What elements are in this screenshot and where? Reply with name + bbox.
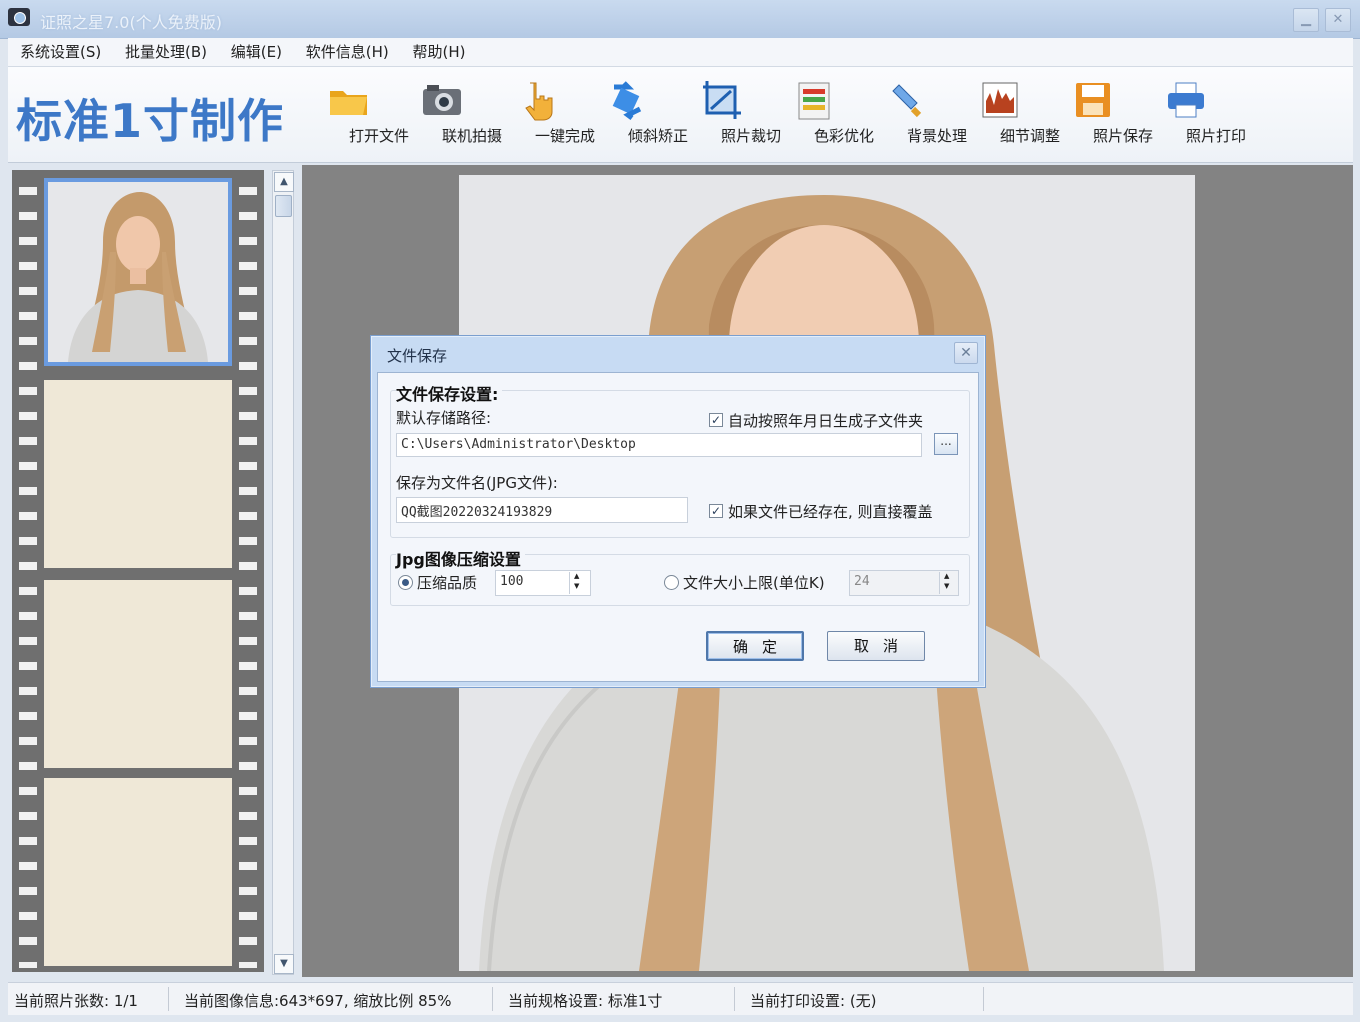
thumbnail-film-strip — [12, 170, 264, 972]
quality-radio[interactable] — [398, 575, 413, 590]
ok-button[interactable]: 确定 — [706, 631, 804, 661]
status-bar: 当前照片张数: 1/1 当前图像信息:643*697, 缩放比例 85% 当前规… — [8, 982, 1353, 1015]
color-optimize-button[interactable]: 色彩优化 — [771, 79, 874, 145]
open-folder-icon — [327, 79, 371, 121]
detail-adjust-button[interactable]: 细节调整 — [957, 79, 1060, 145]
menu-help[interactable]: 帮助(H) — [406, 38, 473, 66]
auto-subfolder-checkbox[interactable]: ✓ — [709, 413, 723, 427]
overwrite-label: 如果文件已经存在, 则直接覆盖 — [728, 503, 933, 521]
scroll-thumb[interactable] — [275, 195, 292, 217]
tilt-correct-button[interactable]: 倾斜矫正 — [585, 79, 688, 145]
menu-software-info[interactable]: 软件信息(H) — [299, 38, 396, 66]
auto-subfolder-label: 自动按照年月日生成子文件夹 — [728, 412, 924, 430]
printer-icon — [1164, 79, 1208, 121]
size-limit-label: 文件大小上限(单位K) — [683, 574, 825, 592]
open-file-button[interactable]: 打开文件 — [306, 79, 409, 145]
menu-batch[interactable]: 批量处理(B) — [118, 38, 214, 66]
thumbnail-scrollbar[interactable]: ▲ ▼ — [272, 170, 294, 975]
default-path-label: 默认存储路径: — [396, 409, 492, 427]
browse-path-button[interactable]: ... — [934, 433, 958, 455]
status-divider — [168, 987, 169, 1011]
film-sprocket-left — [19, 178, 37, 968]
mode-title: 标准1寸制作 — [16, 94, 285, 148]
quality-stepper[interactable] — [569, 572, 588, 594]
crop-icon — [699, 79, 743, 121]
close-icon: ✕ — [960, 345, 972, 361]
status-divider — [492, 987, 493, 1011]
quality-label: 压缩品质 — [417, 574, 478, 592]
size-limit-radio[interactable] — [664, 575, 679, 590]
close-window-button[interactable]: ✕ — [1325, 8, 1351, 32]
menu-bar: 系统设置(S) 批量处理(B) 编辑(E) 软件信息(H) 帮助(H) — [8, 38, 1353, 67]
thumbnail-empty-slot[interactable] — [44, 778, 232, 966]
toolbar: 标准1寸制作 打开文件 联机拍摄 一键完成 倾斜矫正 照片裁切 色彩优化 背景处… — [8, 67, 1353, 163]
app-camera-icon — [8, 8, 30, 26]
print-photo-button[interactable]: 照片打印 — [1143, 79, 1246, 145]
thumbnail-empty-slot[interactable] — [44, 580, 232, 768]
dialog-close-button[interactable]: ✕ — [954, 342, 978, 364]
crop-button[interactable]: 照片裁切 — [678, 79, 781, 145]
thumbnail-empty-slot[interactable] — [44, 380, 232, 568]
minimize-button[interactable]: ▁ — [1293, 8, 1319, 32]
camera-capture-button[interactable]: 联机拍摄 — [399, 79, 502, 145]
scroll-up-icon[interactable]: ▲ — [274, 172, 294, 192]
status-photo-count: 当前照片张数: 1/1 — [14, 992, 138, 1010]
status-divider — [734, 987, 735, 1011]
window-title: 证照之星7.0(个人免费版) — [40, 13, 222, 32]
status-print: 当前打印设置: (无) — [750, 992, 877, 1010]
save-photo-button[interactable]: 照片保存 — [1050, 79, 1153, 145]
scroll-down-icon[interactable]: ▼ — [274, 954, 294, 974]
status-spec: 当前规格设置: 标准1寸 — [508, 992, 663, 1010]
status-image-info: 当前图像信息:643*697, 缩放比例 85% — [184, 992, 452, 1010]
file-save-dialog: 文件保存 ✕ 文件保存设置: 默认存储路径: ✓ 自动按照年月日生成子文件夹 C… — [370, 335, 986, 688]
film-sprocket-right — [239, 178, 257, 968]
camera-icon — [420, 79, 464, 121]
dialog-body: 文件保存设置: 默认存储路径: ✓ 自动按照年月日生成子文件夹 C:\Users… — [377, 372, 979, 682]
rotate-icon — [606, 79, 650, 121]
hand-pointer-icon — [513, 79, 557, 121]
menu-edit[interactable]: 编辑(E) — [224, 38, 289, 66]
cancel-button[interactable]: 取消 — [827, 631, 925, 661]
background-button[interactable]: 背景处理 — [864, 79, 967, 145]
overwrite-checkbox[interactable]: ✓ — [709, 504, 723, 518]
file-settings-group-title: 文件保存设置: — [396, 381, 503, 405]
title-bar: 证照之星7.0(个人免费版) ▁ ✕ — [0, 0, 1360, 39]
menu-system-settings[interactable]: 系统设置(S) — [13, 38, 108, 66]
status-divider — [983, 987, 984, 1011]
one-click-button[interactable]: 一键完成 — [492, 79, 595, 145]
save-icon — [1071, 79, 1115, 121]
histogram-icon — [978, 79, 1022, 121]
dialog-title: 文件保存 — [387, 347, 448, 365]
brush-icon — [885, 79, 929, 121]
color-palette-icon — [792, 79, 836, 121]
size-limit-stepper[interactable] — [939, 572, 958, 594]
portrait-thumbnail-image — [48, 182, 228, 362]
save-path-field[interactable]: C:\Users\Administrator\Desktop — [396, 433, 922, 457]
thumbnail-selected[interactable] — [44, 178, 232, 366]
filename-label: 保存为文件名(JPG文件): — [396, 474, 558, 492]
filename-field[interactable]: QQ截图20220324193829 — [396, 497, 688, 523]
jpg-settings-group-title: Jpg图像压缩设置 — [396, 546, 525, 570]
